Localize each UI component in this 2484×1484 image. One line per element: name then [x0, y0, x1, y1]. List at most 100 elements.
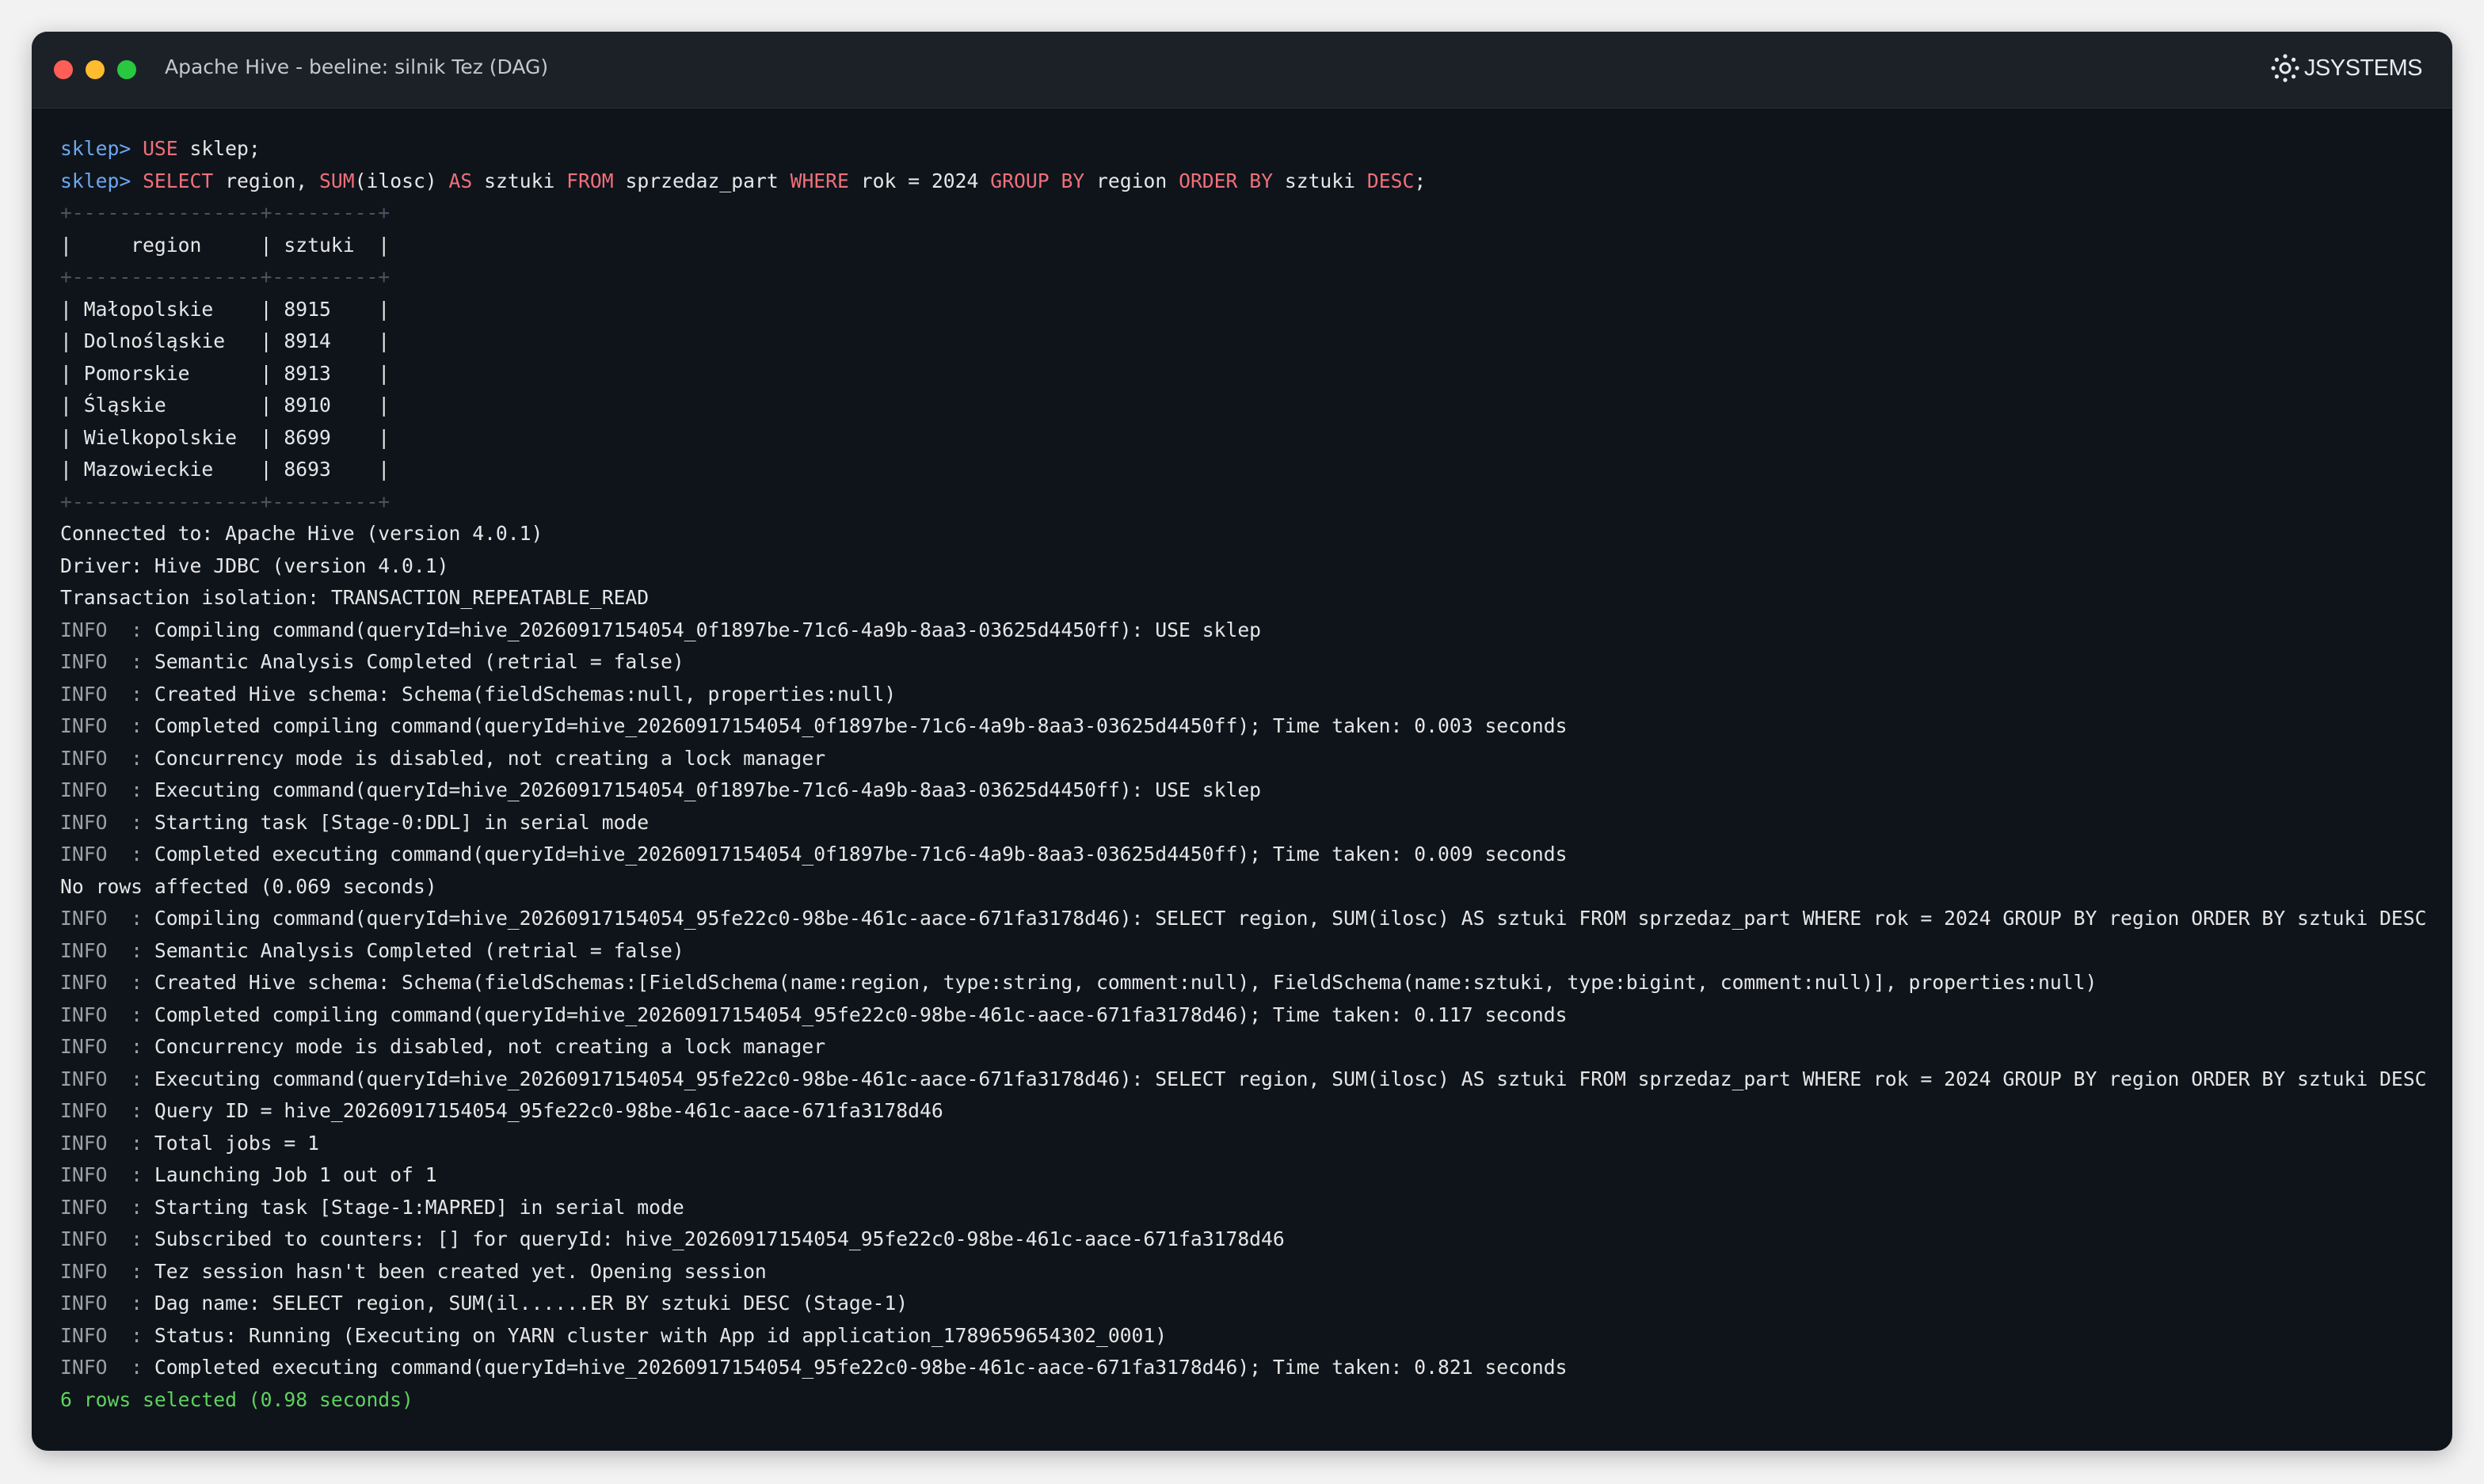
log-message: Dag name: SELECT region, SUM(il......ER …	[143, 1292, 909, 1315]
result-line: 6 rows selected (0.98 seconds)	[60, 1384, 2436, 1417]
log-message: Concurrency mode is disabled, not creati…	[143, 1035, 826, 1058]
table-row-text: | Małopolskie | 8915 |	[60, 297, 391, 321]
sql-keyword: SELECT	[143, 169, 214, 192]
prompt: sklep>	[60, 137, 131, 160]
log-line: INFO : Starting task [Stage-0:DDL] in se…	[60, 807, 2436, 839]
log-line: INFO : Compiling command(queryId=hive_20…	[60, 903, 2436, 935]
table-row-text: | Śląskie | 8910 |	[60, 394, 391, 417]
terminal-output[interactable]: sklep> USE sklep; sklep> SELECT region, S…	[60, 133, 2436, 1416]
log-level: INFO :	[60, 778, 143, 801]
table-header-text: | region | sztuki |	[60, 233, 391, 257]
sql-text: ;	[1414, 169, 1427, 192]
table-row: | Wielkopolskie | 8699 |	[60, 422, 2436, 455]
sql-keyword: USE	[143, 137, 178, 160]
log-message: Executing command(queryId=hive_202609171…	[143, 778, 1262, 801]
sql-keyword: GROUP BY	[990, 169, 1085, 192]
log-level: INFO :	[60, 682, 143, 706]
log-message: Semantic Analysis Completed (retrial = f…	[143, 650, 684, 673]
log-line: INFO : Starting task [Stage-1:MAPRED] in…	[60, 1192, 2436, 1224]
sql-text: (ilosc)	[354, 169, 449, 192]
log-level: INFO :	[60, 650, 143, 673]
log-line: INFO : Semantic Analysis Completed (retr…	[60, 646, 2436, 679]
log-line: INFO : Concurrency mode is disabled, not…	[60, 743, 2436, 775]
sql-keyword: DESC	[1366, 169, 1415, 192]
close-button[interactable]	[54, 60, 73, 79]
log-message: Tez session hasn't been created yet. Ope…	[143, 1259, 767, 1283]
sql-text: sztuki	[1272, 169, 1367, 192]
log-level: INFO :	[60, 1227, 143, 1250]
log-line: INFO : Launching Job 1 out of 1	[60, 1159, 2436, 1192]
table-row-text: | Wielkopolskie | 8699 |	[60, 425, 391, 449]
log-level: INFO :	[60, 1163, 143, 1186]
window-title: Apache Hive - beeline: silnik Tez (DAG)	[165, 55, 549, 78]
table-row-text: | Mazowieckie | 8693 |	[60, 458, 391, 481]
log-level: INFO :	[60, 714, 143, 737]
log-message: Compiling command(queryId=hive_202609171…	[143, 907, 2427, 930]
log-line: INFO : Executing command(queryId=hive_20…	[60, 1064, 2436, 1096]
log-message: Starting task [Stage-1:MAPRED] in serial…	[143, 1195, 684, 1219]
log-message: Completed executing command(queryId=hive…	[143, 843, 1568, 866]
table-row: | Pomorskie | 8913 |	[60, 358, 2436, 390]
log-level: INFO :	[60, 1323, 143, 1347]
log-message: Created Hive schema: Schema(fieldSchemas…	[143, 682, 897, 706]
sql-text: sklep;	[177, 137, 261, 160]
log-message: Driver: Hive JDBC (version 4.0.1)	[60, 554, 449, 577]
log-level: INFO :	[60, 1003, 143, 1026]
log-message: Concurrency mode is disabled, not creati…	[143, 746, 826, 770]
table-header: | region | sztuki |	[60, 230, 2436, 262]
log-message: Status: Running (Executing on YARN clust…	[143, 1323, 1168, 1347]
log-message: Transaction isolation: TRANSACTION_REPEA…	[60, 586, 650, 609]
log-message: Semantic Analysis Completed (retrial = f…	[143, 938, 684, 962]
sql-keyword: WHERE	[790, 169, 849, 192]
sql-text: region,	[213, 169, 320, 192]
sql-keyword: AS	[448, 169, 473, 192]
log-line: INFO : Compiling command(queryId=hive_20…	[60, 615, 2436, 647]
log-level: INFO :	[60, 1292, 143, 1315]
maximize-button[interactable]	[117, 60, 136, 79]
table-border-text: +----------------+---------+	[60, 201, 391, 224]
log-level: INFO :	[60, 843, 143, 866]
log-message: Total jobs = 1	[143, 1131, 319, 1155]
log-message: Completed compiling command(queryId=hive…	[143, 1003, 1568, 1026]
log-level: INFO :	[60, 1195, 143, 1219]
log-level: INFO :	[60, 746, 143, 770]
log-message: Executing command(queryId=hive_202609171…	[143, 1067, 2427, 1090]
table-row: | Śląskie | 8910 |	[60, 390, 2436, 422]
sql-text: region	[1084, 169, 1179, 192]
table-border: +----------------+---------+	[60, 197, 2436, 230]
log-message: No rows affected (0.069 seconds)	[60, 874, 437, 898]
log-line: INFO : Executing command(queryId=hive_20…	[60, 774, 2436, 807]
log-line: No rows affected (0.069 seconds)	[60, 871, 2436, 904]
table-row-text: | Dolnośląskie | 8914 |	[60, 329, 391, 352]
table-border: +----------------+---------+	[60, 261, 2436, 294]
log-line: INFO : Completed executing command(query…	[60, 839, 2436, 871]
result-summary: 6 rows selected (0.98 seconds)	[60, 1387, 413, 1411]
sql-keyword: SUM	[319, 169, 355, 192]
log-line: INFO : Concurrency mode is disabled, not…	[60, 1031, 2436, 1064]
log-level: INFO :	[60, 1131, 143, 1155]
log-message: Subscribed to counters: [] for queryId: …	[143, 1227, 1285, 1250]
log-level: INFO :	[60, 618, 143, 641]
log-message: Compiling command(queryId=hive_202609171…	[143, 618, 1262, 641]
sql-keyword: FROM	[566, 169, 614, 192]
log-level: INFO :	[60, 1259, 143, 1283]
log-line: INFO : Created Hive schema: Schema(field…	[60, 679, 2436, 711]
log-line: INFO : Total jobs = 1	[60, 1128, 2436, 1160]
table-row: | Dolnośląskie | 8914 |	[60, 325, 2436, 358]
log-line: INFO : Created Hive schema: Schema(field…	[60, 967, 2436, 999]
terminal-window: Apache Hive - beeline: silnik Tez (DAG) …	[32, 32, 2452, 1451]
log-message: Starting task [Stage-0:DDL] in serial mo…	[143, 810, 650, 834]
log-line: INFO : Completed compiling command(query…	[60, 999, 2436, 1032]
log-level: INFO :	[60, 1099, 143, 1122]
log-line: INFO : Dag name: SELECT region, SUM(il..…	[60, 1288, 2436, 1320]
minimize-button[interactable]	[86, 60, 105, 79]
brand-name: JSYSTEMS	[2303, 55, 2423, 81]
log-line: INFO : Subscribed to counters: [] for qu…	[60, 1223, 2436, 1256]
title-bar: Apache Hive - beeline: silnik Tez (DAG) …	[32, 32, 2452, 108]
table-row: | Mazowieckie | 8693 |	[60, 454, 2436, 486]
sql-text: rok = 2024	[848, 169, 991, 192]
table-row-text: | Pomorskie | 8913 |	[60, 361, 391, 385]
sql-text: sprzedaz_part	[613, 169, 791, 192]
gear-icon	[2271, 54, 2299, 82]
table-border-text: +----------------+---------+	[60, 489, 391, 513]
